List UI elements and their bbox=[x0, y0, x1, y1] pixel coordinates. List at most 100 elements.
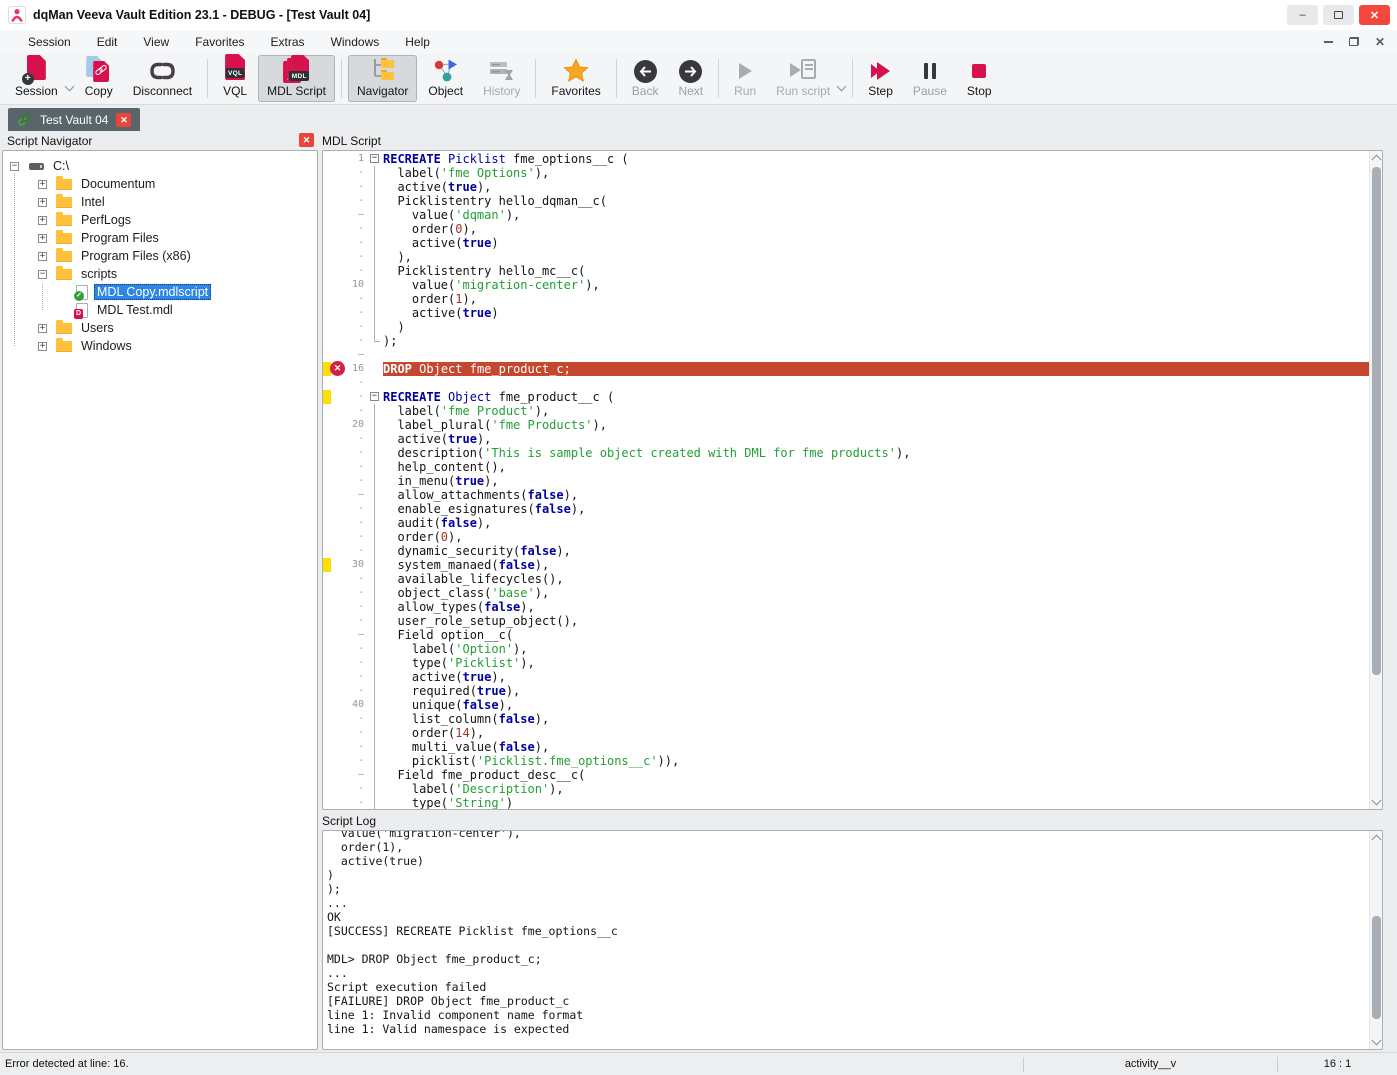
code-line-42[interactable]: - order(14), bbox=[323, 726, 1369, 740]
scroll-up-icon[interactable] bbox=[1372, 155, 1382, 165]
toolbar-button-run[interactable]: Run bbox=[725, 55, 765, 102]
code-line-32[interactable]: - object_class('base'), bbox=[323, 586, 1369, 600]
tab-test-vault-04[interactable]: Test Vault 04 ✕ bbox=[8, 108, 140, 131]
run-script-dropdown-chevron-icon[interactable] bbox=[838, 77, 845, 95]
code-text[interactable]: active(true) bbox=[383, 236, 1369, 250]
toolbar-button-disconnect[interactable]: Disconnect bbox=[124, 55, 201, 102]
code-line-29[interactable]: - dynamic_security(false), bbox=[323, 544, 1369, 558]
expand-icon[interactable]: + bbox=[38, 198, 47, 207]
tree-item-label[interactable]: PerfLogs bbox=[78, 212, 134, 228]
code-text[interactable]: order(0), bbox=[383, 530, 1369, 544]
code-text[interactable]: RECREATE Object fme_product__c ( bbox=[383, 390, 1369, 404]
tree-item-scripts[interactable]: − scripts bbox=[3, 265, 317, 283]
code-line-9[interactable]: - Picklistentry hello_mc__c( bbox=[323, 264, 1369, 278]
code-line-4[interactable]: - Picklistentry hello_dqman__c( bbox=[323, 194, 1369, 208]
maximize-button[interactable] bbox=[1323, 5, 1354, 25]
script-log-panel[interactable]: value('migration-center'), order(1), act… bbox=[322, 830, 1383, 1050]
code-line-17[interactable]: - bbox=[323, 376, 1369, 390]
tree-item-users[interactable]: +Users bbox=[3, 319, 317, 337]
code-line-22[interactable]: - description('This is sample object cre… bbox=[323, 446, 1369, 460]
code-area[interactable]: 1−RECREATE Picklist fme_options__c (- la… bbox=[323, 152, 1369, 809]
code-line-45[interactable]: – Field fme_product_desc__c( bbox=[323, 768, 1369, 782]
tree-item-label[interactable]: Intel bbox=[78, 194, 108, 210]
tree-item-label[interactable]: MDL Copy.mdlscript bbox=[94, 284, 211, 300]
code-line-27[interactable]: - audit(false), bbox=[323, 516, 1369, 530]
tree-item-label[interactable]: scripts bbox=[78, 266, 120, 282]
toolbar-button-pause[interactable]: Pause bbox=[904, 55, 956, 102]
code-line-39[interactable]: - required(true), bbox=[323, 684, 1369, 698]
code-text[interactable]: label('Description'), bbox=[383, 782, 1369, 796]
code-text[interactable]: description('This is sample object creat… bbox=[383, 446, 1369, 460]
code-line-20[interactable]: 20 label_plural('fme Products'), bbox=[323, 418, 1369, 432]
code-line-37[interactable]: - type('Picklist'), bbox=[323, 656, 1369, 670]
code-line-8[interactable]: - ), bbox=[323, 250, 1369, 264]
code-line-35[interactable]: – Field option__c( bbox=[323, 628, 1369, 642]
scroll-up-icon[interactable] bbox=[1372, 835, 1382, 845]
code-line-7[interactable]: - active(true) bbox=[323, 236, 1369, 250]
code-text[interactable]: order(1), bbox=[383, 292, 1369, 306]
tree-item-program-files-x86[interactable]: +Program Files (x86) bbox=[3, 247, 317, 265]
tree-item-c[interactable]: −C:\ bbox=[3, 157, 317, 175]
code-text[interactable]: label('fme Product'), bbox=[383, 404, 1369, 418]
code-text[interactable]: value('dqman'), bbox=[383, 208, 1369, 222]
menu-item-extras[interactable]: Extras bbox=[271, 35, 305, 49]
toolbar-button-stop[interactable]: Stop bbox=[958, 55, 1001, 102]
code-line-16[interactable]: ✕16DROP Object fme_product_c; bbox=[323, 362, 1369, 376]
code-text[interactable]: order(14), bbox=[383, 726, 1369, 740]
navigator-close-icon[interactable]: ✕ bbox=[299, 133, 314, 147]
code-text[interactable]: DROP Object fme_product_c; bbox=[383, 362, 1369, 376]
fold-collapse-control[interactable]: − bbox=[367, 152, 383, 166]
code-text[interactable]: system_manaed(false), bbox=[383, 558, 1369, 572]
toolbar-button-session[interactable]: +Session bbox=[6, 55, 67, 102]
tree-item-perflogs[interactable]: +PerfLogs bbox=[3, 211, 317, 229]
code-text[interactable]: active(true), bbox=[383, 180, 1369, 194]
toolbar-button-vql[interactable]: VQLVQL bbox=[214, 55, 256, 102]
code-line-2[interactable]: - label('fme Options'), bbox=[323, 166, 1369, 180]
code-text[interactable]: allow_attachments(false), bbox=[383, 488, 1369, 502]
code-text[interactable]: Field fme_product_desc__c( bbox=[383, 768, 1369, 782]
tree-item-label[interactable]: Program Files (x86) bbox=[78, 248, 194, 264]
toolbar-button-step[interactable]: Step bbox=[859, 55, 902, 102]
code-text[interactable]: multi_value(false), bbox=[383, 740, 1369, 754]
fold-minus-icon[interactable]: − bbox=[370, 392, 379, 401]
code-text[interactable]: enable_esignatures(false), bbox=[383, 502, 1369, 516]
code-text[interactable]: unique(false), bbox=[383, 698, 1369, 712]
code-line-40[interactable]: 40 unique(false), bbox=[323, 698, 1369, 712]
code-text[interactable]: Field option__c( bbox=[383, 628, 1369, 642]
code-text[interactable]: object_class('base'), bbox=[383, 586, 1369, 600]
code-text[interactable]: RECREATE Picklist fme_options__c ( bbox=[383, 152, 1369, 166]
mdi-close-icon[interactable]: ✕ bbox=[1375, 37, 1385, 47]
menu-item-session[interactable]: Session bbox=[28, 35, 71, 49]
code-line-36[interactable]: - label('Option'), bbox=[323, 642, 1369, 656]
toolbar-button-navigator[interactable]: Navigator bbox=[348, 55, 417, 102]
code-text[interactable]: active(true), bbox=[383, 670, 1369, 684]
toolbar-button-next[interactable]: Next bbox=[669, 55, 712, 102]
menu-item-favorites[interactable]: Favorites bbox=[195, 35, 244, 49]
code-line-47[interactable]: - type('String') bbox=[323, 796, 1369, 809]
tree-item-intel[interactable]: + Intel bbox=[3, 193, 317, 211]
code-line-24[interactable]: - in_menu(true), bbox=[323, 474, 1369, 488]
code-line-28[interactable]: - order(0), bbox=[323, 530, 1369, 544]
toolbar-button-copy[interactable]: Copy bbox=[76, 55, 122, 102]
menu-item-help[interactable]: Help bbox=[405, 35, 430, 49]
code-line-30[interactable]: 30 system_manaed(false), bbox=[323, 558, 1369, 572]
code-text[interactable]: type('String') bbox=[383, 796, 1369, 809]
collapse-icon[interactable]: − bbox=[38, 270, 47, 279]
code-text[interactable]: user_role_setup_object(), bbox=[383, 614, 1369, 628]
tree-item-label[interactable]: C:\ bbox=[50, 158, 72, 174]
toolbar-button-history[interactable]: History bbox=[474, 55, 529, 102]
code-text[interactable]: ) bbox=[383, 320, 1369, 334]
toolbar-button-object[interactable]: Object bbox=[419, 55, 472, 102]
code-line-6[interactable]: - order(0), bbox=[323, 222, 1369, 236]
expand-icon[interactable]: + bbox=[38, 342, 47, 351]
code-line-1[interactable]: 1−RECREATE Picklist fme_options__c ( bbox=[323, 152, 1369, 166]
expand-icon[interactable]: + bbox=[38, 180, 47, 189]
tree-item-label[interactable]: Users bbox=[78, 320, 117, 336]
code-text[interactable]: ); bbox=[383, 334, 1369, 348]
tree-item-label[interactable]: Program Files bbox=[78, 230, 162, 246]
code-line-12[interactable]: - active(true) bbox=[323, 306, 1369, 320]
code-text[interactable]: label_plural('fme Products'), bbox=[383, 418, 1369, 432]
tree-item-label[interactable]: Documentum bbox=[78, 176, 158, 192]
menu-item-windows[interactable]: Windows bbox=[331, 35, 380, 49]
editor-vertical-scrollbar[interactable] bbox=[1369, 151, 1382, 809]
